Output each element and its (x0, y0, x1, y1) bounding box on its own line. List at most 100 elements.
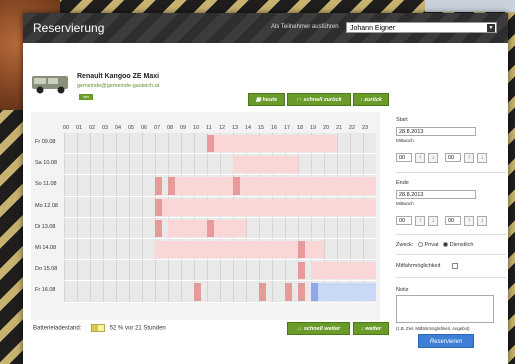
back-label: zurück (364, 97, 382, 103)
day-label: Mi 14.08 (35, 245, 57, 251)
hour-label: 10 (193, 125, 200, 131)
reservation-block[interactable] (155, 198, 376, 216)
hour-label: 04 (115, 125, 122, 131)
vehicle-email[interactable]: gemeinde@gemeinde-gasteich.at (77, 83, 159, 89)
battery-status: Batterieladestand: 52 % vor 21 Stunden (33, 324, 166, 332)
hour-label: 09 (180, 125, 187, 131)
reservation-block[interactable] (168, 177, 175, 195)
reservation-block[interactable] (259, 283, 266, 301)
note-textarea[interactable] (396, 295, 494, 323)
end-date-input[interactable]: 28.8.2013 (396, 190, 476, 199)
divider (396, 277, 506, 278)
note-label: Notiz (396, 287, 409, 293)
reservation-block[interactable] (311, 262, 376, 280)
hour-label: 05 (128, 125, 135, 131)
end-hour-down-button[interactable]: ↓ (428, 216, 438, 226)
start-min-up-button[interactable]: ↑ (464, 153, 474, 163)
note-hint: (z.B. Ziel, Mitfahrmöglichkeit, Angebot) (396, 326, 470, 331)
start-date-input[interactable]: 28.8.2013 (396, 127, 476, 136)
reservation-block[interactable] (155, 198, 162, 216)
hour-label: 08 (167, 125, 174, 131)
purpose-private-label: Privat (424, 242, 439, 248)
reservation-block[interactable] (298, 241, 305, 259)
reservation-block[interactable] (194, 283, 201, 301)
participant-selected: Johann Eigner (350, 25, 396, 32)
hour-label: 03 (102, 125, 109, 131)
reservation-block[interactable] (311, 283, 318, 301)
ride-share-checkbox[interactable] (452, 263, 458, 269)
end-min-input[interactable]: 00 (445, 216, 461, 225)
start-label: Start (396, 117, 408, 123)
purpose-business-radio[interactable] (443, 242, 449, 248)
start-hour-input[interactable]: 00 (396, 153, 412, 162)
end-weekday: Mittwoch (396, 201, 414, 206)
background-screen-edge (425, 0, 515, 12)
hour-label: 12 (219, 125, 226, 131)
hour-label: 20 (323, 125, 330, 131)
reservation-block[interactable] (207, 219, 214, 237)
reservation-block[interactable] (155, 177, 162, 195)
car-icon (32, 76, 68, 94)
day-label: Fr 16.08 (35, 287, 56, 294)
reservation-block[interactable] (311, 283, 376, 301)
purpose-private-radio[interactable] (417, 242, 423, 248)
fast-back-label: schnell zurück (303, 97, 342, 103)
day-label: Sa 10.08 (35, 160, 58, 167)
end-hour-up-button[interactable]: ↑ (415, 216, 425, 226)
row-separator (64, 153, 376, 155)
reservation-block[interactable] (298, 283, 305, 301)
hour-label: 21 (336, 125, 343, 131)
divider (396, 172, 506, 173)
reservation-block[interactable] (285, 283, 292, 301)
vehicle-name: Renault Kangoo ZE Maxi (77, 73, 160, 80)
purpose-row: Zweck: Privat Dienstlich (396, 242, 473, 248)
hour-label: 17 (284, 125, 291, 131)
row-separator (64, 280, 376, 282)
day-label: Di 13.08 (35, 223, 56, 230)
hour-label: 06 (141, 125, 148, 131)
start-hour-up-button[interactable]: ↑ (415, 153, 425, 163)
ride-share-label: Mitfahrmöglichkeit (396, 263, 441, 269)
reservation-block[interactable] (285, 177, 376, 195)
reservation-block[interactable] (207, 135, 214, 153)
title-bar: Reservierung Als Teilnehmer ausführen Jo… (23, 13, 508, 43)
today-button[interactable]: ▦ heute (248, 93, 285, 106)
start-min-input[interactable]: 00 (445, 153, 461, 162)
hour-label: 00 (63, 125, 70, 131)
reservation-block[interactable] (233, 156, 298, 174)
back-button[interactable]: ↑ zurück (353, 93, 389, 106)
hour-label: 01 (76, 125, 83, 131)
hour-label: 22 (349, 125, 356, 131)
day-label: Mo 12.08 (35, 202, 58, 209)
fast-back-button[interactable]: ↑↑ schnell zurück (287, 93, 351, 106)
reserve-button[interactable]: Reservieren (418, 334, 474, 348)
purpose-business-label: Dienstlich (449, 242, 474, 248)
chevron-down-icon[interactable]: ▼ (487, 24, 495, 32)
forward-label: weiter (365, 326, 382, 332)
forward-button[interactable]: ↓ weiter (353, 322, 389, 335)
battery-icon (91, 324, 106, 332)
reservation-block[interactable] (298, 262, 305, 280)
battery-label: Batterieladestand: (33, 325, 82, 332)
hour-label: 02 (89, 125, 96, 131)
hour-label: 23 (362, 125, 369, 131)
end-min-up-button[interactable]: ↑ (464, 216, 474, 226)
start-weekday: Mittwoch (396, 138, 414, 143)
row-separator (64, 238, 376, 239)
reservation-block[interactable] (207, 135, 337, 153)
reservation-block[interactable] (233, 177, 240, 195)
start-min-down-button[interactable]: ↓ (477, 153, 487, 163)
end-min-down-button[interactable]: ↓ (477, 216, 487, 226)
fast-forward-label: schnell weiter (303, 326, 341, 332)
fast-forward-button[interactable]: ↓↓ schnell weiter (287, 322, 350, 335)
info-button[interactable]: Info (79, 94, 93, 100)
participant-select[interactable]: Johann Eigner ▼ (346, 22, 497, 33)
row-separator (64, 301, 376, 303)
reservation-block[interactable] (155, 219, 162, 237)
end-hour-input[interactable]: 00 (396, 216, 412, 225)
start-hour-down-button[interactable]: ↓ (428, 153, 438, 163)
as-participant-label: Als Teilnehmer ausführen (271, 24, 339, 30)
today-label: heute (262, 97, 278, 103)
divider (396, 234, 506, 235)
hour-label: 07 (154, 125, 161, 131)
